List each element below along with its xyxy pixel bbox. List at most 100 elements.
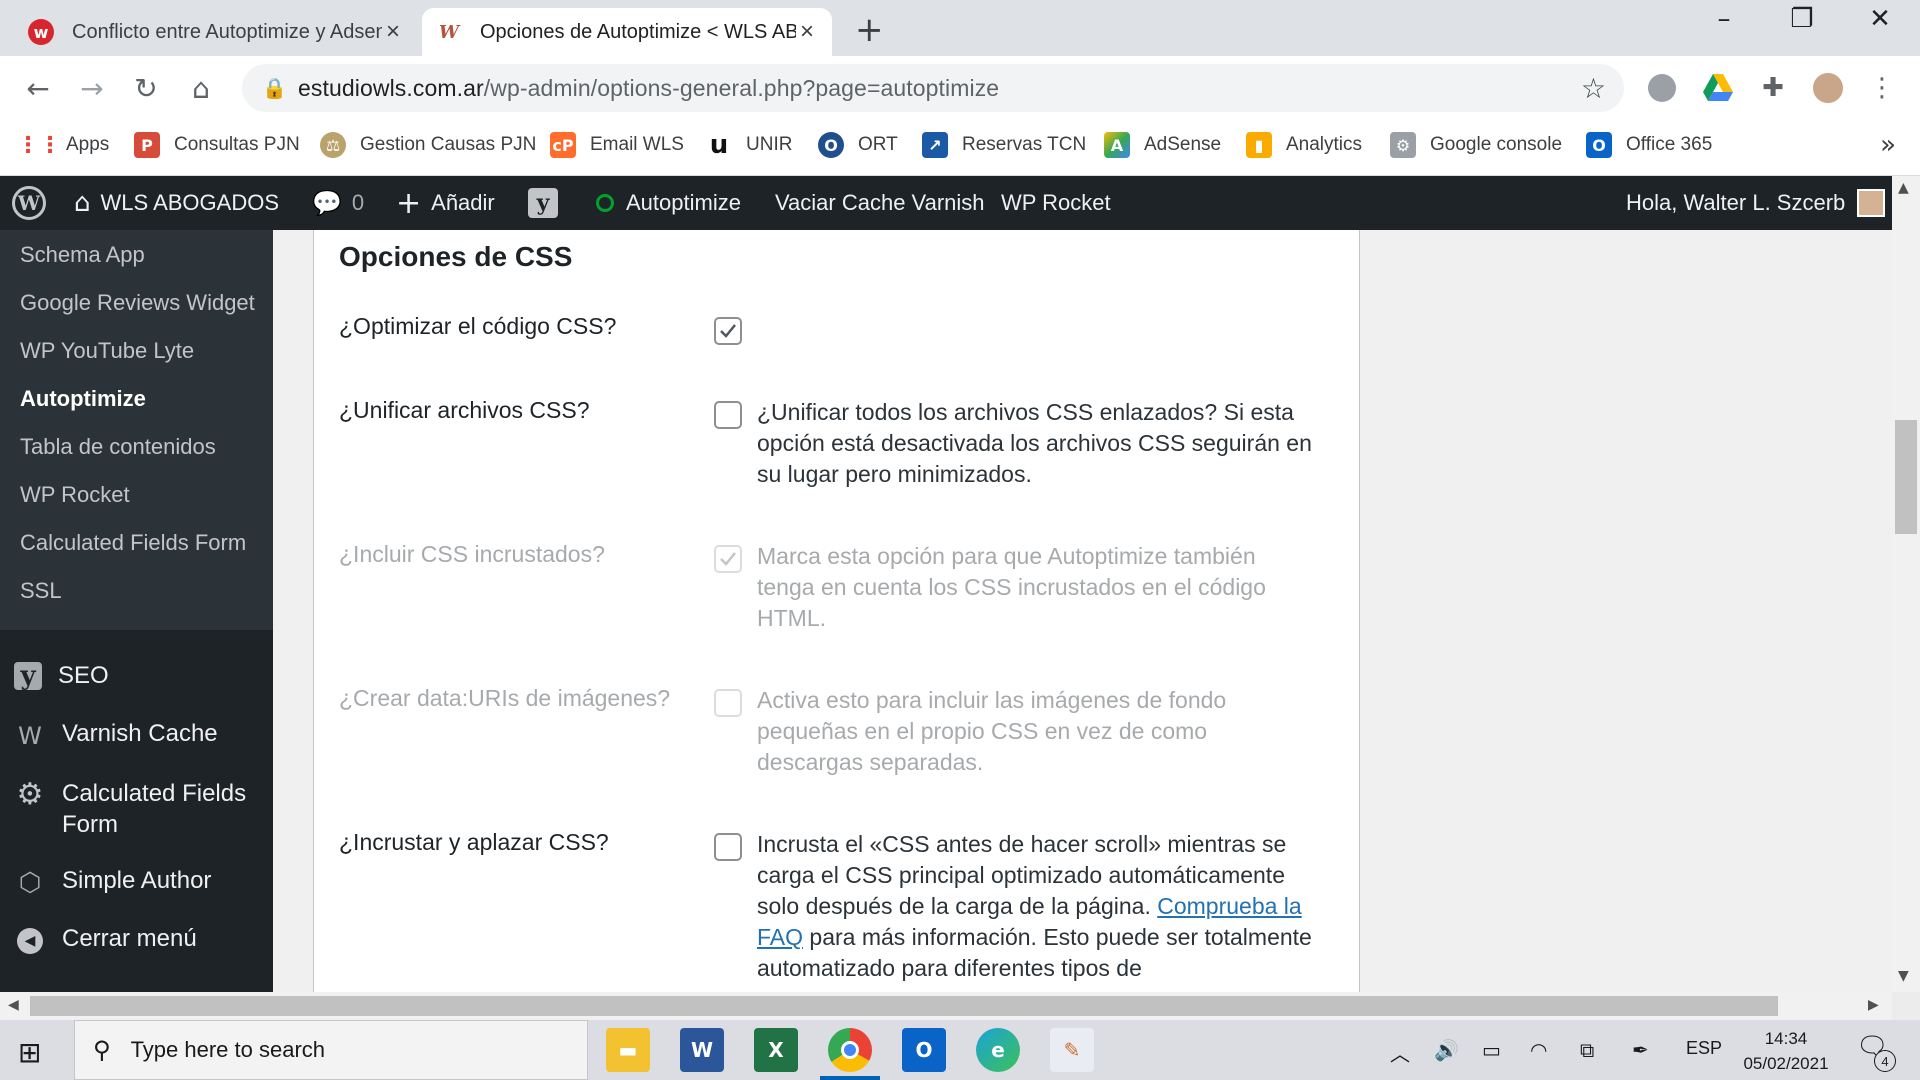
scroll-left-arrow-icon[interactable]: ◀	[8, 997, 19, 1013]
collapse-arrow-icon: ◀	[14, 925, 46, 957]
bookmark-star-icon[interactable]: ☆	[1581, 72, 1606, 105]
browser-tab-conflicto[interactable]: w Conflicto entre Autoptimize y Adsense …	[14, 8, 418, 56]
more-bookmarks-icon[interactable]: »	[1880, 130, 1896, 160]
close-tab-icon[interactable]: ×	[796, 18, 818, 46]
menu-varnish-cache[interactable]: W Varnish Cache	[14, 720, 218, 752]
profile-avatar[interactable]	[1810, 70, 1846, 106]
address-bar[interactable]: 🔒 estudiowls.com.ar/wp-admin/options-gen…	[242, 64, 1624, 112]
notification-count-badge: 4	[1874, 1050, 1896, 1072]
word-icon[interactable]: W	[680, 1028, 724, 1072]
submenu-schema-app[interactable]: Schema App	[20, 242, 145, 268]
menu-seo[interactable]: y SEO	[14, 661, 109, 691]
submenu-wp-youtube-lyte[interactable]: WP YouTube Lyte	[20, 338, 194, 364]
taskbar-search-box[interactable]: ⚲ Type here to search	[74, 1020, 588, 1080]
windows-start-icon[interactable]: ⊞	[18, 1036, 41, 1069]
bookmark-reservas-tcn[interactable]: ↗ Reservas TCN	[922, 132, 1086, 158]
option-desc-aggregate-css: ¿Unificar todos los archivos CSS enlazad…	[757, 399, 1312, 487]
scroll-up-arrow-icon[interactable]: ▲	[1898, 180, 1909, 196]
extensions-puzzle-icon[interactable]: ✚	[1755, 70, 1791, 106]
bookmark-unir[interactable]: u UNIR	[706, 130, 792, 160]
bookmark-office-365[interactable]: O Office 365	[1586, 132, 1712, 158]
submenu-ssl[interactable]: SSL	[20, 578, 62, 604]
site-name-link[interactable]: ⌂ WLS ABOGADOS	[74, 176, 279, 230]
analytics-icon: ▮	[1246, 132, 1272, 158]
collapse-menu-button[interactable]: ◀ Cerrar menú	[14, 925, 197, 957]
reload-icon[interactable]: ↻	[126, 68, 166, 108]
option-desc-inline-defer: Incrusta el «CSS antes de hacer scroll» …	[757, 831, 1312, 981]
email-icon: cP	[550, 132, 576, 158]
paint-icon[interactable]: ✎	[1050, 1028, 1094, 1072]
excel-icon[interactable]: X	[754, 1028, 798, 1072]
scroll-right-arrow-icon[interactable]: ▶	[1868, 997, 1879, 1013]
horizontal-scroll-thumb[interactable]	[30, 996, 1778, 1016]
comments-link[interactable]: 💬 0	[312, 176, 364, 230]
battery-icon[interactable]: ▭	[1482, 1038, 1501, 1062]
main-content: Opciones de CSS ¿Optimizar el código CSS…	[273, 230, 1892, 992]
add-new-link[interactable]: + Añadir	[396, 176, 495, 230]
edge-icon[interactable]: e	[976, 1028, 1020, 1072]
checkbox-optimize-css[interactable]	[714, 317, 742, 345]
simple-author-icon: ⬡	[18, 868, 42, 898]
bookmark-gestion-causas[interactable]: ⚖ Gestion Causas PJN	[320, 132, 536, 158]
bookmark-apps[interactable]: ⋮⋮ Apps	[17, 132, 109, 158]
plus-icon: +	[396, 185, 422, 221]
close-tab-icon[interactable]: ×	[382, 18, 404, 46]
chrome-icon[interactable]	[828, 1028, 872, 1072]
settings-submenu: Schema App Google Reviews Widget WP YouT…	[0, 230, 273, 630]
windows-taskbar: ⊞ ⚲ Type here to search ▬ W X O e ✎ ︿ 🔊 …	[0, 1020, 1920, 1080]
option-desc-include-inline: Marca esta opción para que Autoptimize t…	[757, 543, 1266, 631]
bookmark-google-console[interactable]: ⚙ Google console	[1390, 132, 1562, 158]
wifi-icon[interactable]: ◠	[1530, 1038, 1547, 1062]
submenu-google-reviews[interactable]: Google Reviews Widget	[20, 290, 255, 316]
taskbar-clock[interactable]: 14:34 05/02/2021	[1740, 1026, 1832, 1076]
varnish-purge-link[interactable]: Vaciar Cache Varnish	[775, 176, 985, 230]
bookmark-analytics[interactable]: ▮ Analytics	[1246, 132, 1362, 158]
chrome-menu-icon[interactable]: ⋮	[1864, 70, 1900, 106]
comment-bubble-icon: 💬	[312, 189, 342, 217]
submenu-tabla-contenidos[interactable]: Tabla de contenidos	[20, 434, 216, 460]
scroll-down-arrow-icon[interactable]: ▼	[1898, 968, 1909, 984]
gestion-icon: ⚖	[320, 132, 346, 158]
pen-icon[interactable]: ✒	[1632, 1038, 1649, 1062]
browser-tab-autoptimize[interactable]: W Opciones de Autoptimize < WLS ABOGADOS…	[422, 8, 832, 56]
avatar	[1857, 189, 1886, 217]
file-explorer-icon[interactable]: ▬	[606, 1028, 650, 1072]
submenu-autoptimize[interactable]: Autoptimize	[20, 386, 146, 412]
restore-icon[interactable]: ❐	[1772, 4, 1832, 34]
checkbox-inline-defer[interactable]	[714, 833, 742, 861]
menu-calculated-fields[interactable]: ⚙ Calculated Fields Form	[14, 777, 252, 840]
new-tab-button[interactable]: +	[855, 10, 884, 50]
wp-rocket-link[interactable]: WP Rocket	[1001, 176, 1111, 230]
back-icon[interactable]: ←	[18, 68, 58, 108]
checkbox-aggregate-css[interactable]	[714, 401, 742, 429]
bookmark-consultas-pjn[interactable]: P Consultas PJN	[134, 132, 300, 158]
submenu-wp-rocket[interactable]: WP Rocket	[20, 482, 130, 508]
extension-grey-icon[interactable]	[1644, 70, 1680, 106]
submenu-calculated-fields[interactable]: Calculated Fields Form	[20, 530, 246, 556]
menu-simple-author[interactable]: ⬡ Simple Author	[14, 867, 212, 899]
forward-icon[interactable]: →	[72, 68, 112, 108]
show-hidden-icons-chevron-icon[interactable]: ︿	[1390, 1038, 1410, 1067]
adsense-icon: A	[1104, 132, 1130, 158]
google-drive-icon[interactable]	[1700, 70, 1736, 106]
close-window-icon[interactable]: ✕	[1850, 4, 1910, 34]
home-icon[interactable]: ⌂	[181, 68, 221, 108]
language-indicator[interactable]: ESP	[1686, 1038, 1722, 1059]
bookmark-adsense[interactable]: A AdSense	[1104, 132, 1221, 158]
bookmark-ort[interactable]: O ORT	[818, 132, 898, 158]
volume-icon[interactable]: 🔊	[1434, 1038, 1459, 1062]
autoptimize-menu[interactable]: Autoptimize	[596, 176, 741, 230]
yoast-menu-button[interactable]: y	[528, 176, 558, 230]
remote-icon[interactable]: ⧉	[1580, 1038, 1594, 1062]
user-account-menu[interactable]: Hola, Walter L. Szcerb	[1626, 176, 1886, 230]
wp-admin-bar: W ⌂ WLS ABOGADOS 💬 0 + Añadir y Autoptim…	[0, 176, 1892, 230]
vertical-scroll-thumb[interactable]	[1895, 420, 1917, 534]
outlook-icon[interactable]: O	[902, 1028, 946, 1072]
option-label-include-inline: ¿Incluir CSS incrustados?	[339, 541, 605, 567]
bookmark-email-wls[interactable]: cP Email WLS	[550, 132, 684, 158]
vertical-scrollbar[interactable]	[1892, 176, 1920, 992]
status-circle-icon	[596, 194, 614, 212]
wp-logo-button[interactable]: W	[12, 176, 46, 230]
minimize-icon[interactable]: –	[1694, 4, 1754, 34]
checkbox-datauris	[714, 689, 742, 717]
